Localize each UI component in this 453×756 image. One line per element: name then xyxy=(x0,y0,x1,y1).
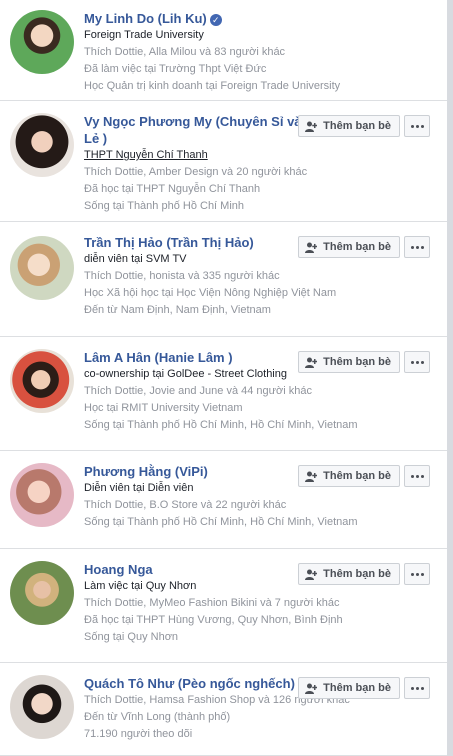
person-name-link[interactable]: Vy Ngọc Phương My (Chuyên Sỉ và Lẻ ) xyxy=(84,113,302,147)
person-result: Hoang Nga Làm việc tại Quy Nhơn Thích Do… xyxy=(0,549,447,663)
person-add-icon xyxy=(305,121,318,132)
person-add-icon xyxy=(305,471,318,482)
add-friend-button[interactable]: Thêm bạn bè xyxy=(298,236,400,258)
person-subtitle-link[interactable]: THPT Nguyễn Chí Thanh xyxy=(84,147,437,164)
avatar[interactable] xyxy=(10,349,74,413)
more-options-button[interactable] xyxy=(404,563,430,585)
person-detail: Học Quản trị kinh doanh tại Foreign Trad… xyxy=(84,80,341,92)
person-detail: Thích Dottie, Amber Design và 20 người k… xyxy=(84,166,308,178)
person-detail: Học tại RMIT University Vietnam xyxy=(84,402,243,414)
person-name-link[interactable]: My Linh Do (Lih Ku) ✓ xyxy=(84,10,437,27)
person-detail: Học Xã hội học tại Học Viện Nông Nghiệp … xyxy=(84,287,337,299)
more-horizontal-icon xyxy=(410,572,424,576)
more-options-button[interactable] xyxy=(404,236,430,258)
person-detail: Sống tại Thành phố Hồ Chí Minh xyxy=(84,200,245,212)
search-results-people-list: My Linh Do (Lih Ku) ✓ Foreign Trade Unive… xyxy=(0,0,447,756)
person-subtitle: Foreign Trade University xyxy=(84,29,204,41)
add-friend-button[interactable]: Thêm bạn bè xyxy=(298,677,400,699)
person-result: Quách Tô Như (Pèo ngốc nghếch) Thích Dot… xyxy=(0,663,447,756)
avatar[interactable] xyxy=(10,113,74,177)
verified-badge-icon: ✓ xyxy=(209,13,222,26)
add-friend-button[interactable]: Thêm bạn bè xyxy=(298,465,400,487)
avatar[interactable] xyxy=(10,561,74,625)
person-detail: Đã học tại THPT Hùng Vương, Quy Nhơn, Bì… xyxy=(84,614,343,626)
person-add-icon xyxy=(305,357,318,368)
more-horizontal-icon xyxy=(410,474,424,478)
person-detail: Đến từ Nam Định, Nam Định, Vietnam xyxy=(84,304,271,316)
more-horizontal-icon xyxy=(410,360,424,364)
person-result: Lâm A Hân (Hanie Lâm ) co-ownership tại … xyxy=(0,337,447,451)
person-detail: Sống tại Thành phố Hồ Chí Minh, Hồ Chí M… xyxy=(84,419,358,431)
more-horizontal-icon xyxy=(410,686,424,690)
person-result: My Linh Do (Lih Ku) ✓ Foreign Trade Unive… xyxy=(0,0,447,101)
avatar[interactable] xyxy=(10,463,74,527)
person-detail: 71.190 người theo dõi xyxy=(84,728,193,740)
more-options-button[interactable] xyxy=(404,115,430,137)
add-friend-button[interactable]: Thêm bạn bè xyxy=(298,115,400,137)
avatar[interactable] xyxy=(10,10,74,74)
person-detail: Thích Dottie, Alla Milou và 83 người khá… xyxy=(84,46,286,58)
person-result: Phương Hằng (ViPi) Diễn viên tại Diễn vi… xyxy=(0,451,447,549)
person-result: Vy Ngọc Phương My (Chuyên Sỉ và Lẻ ) THP… xyxy=(0,101,447,222)
person-detail: Đến từ Vĩnh Long (thành phố) xyxy=(84,711,231,723)
person-detail: Thích Dottie, Jovie and June và 44 người… xyxy=(84,385,312,397)
person-detail: Sống tại Quy Nhơn xyxy=(84,631,179,643)
person-detail: Sống tại Thành phố Hồ Chí Minh, Hồ Chí M… xyxy=(84,516,358,528)
avatar[interactable] xyxy=(10,675,74,739)
person-add-icon xyxy=(305,683,318,694)
person-detail: Thích Dottie, B.O Store và 22 người khác xyxy=(84,499,287,511)
avatar[interactable] xyxy=(10,236,74,300)
person-detail: Đã học tại THPT Nguyễn Chí Thanh xyxy=(84,183,261,195)
more-options-button[interactable] xyxy=(404,465,430,487)
scrollbar-track[interactable] xyxy=(447,0,453,756)
person-add-icon xyxy=(305,569,318,580)
add-friend-button[interactable]: Thêm bạn bè xyxy=(298,563,400,585)
more-horizontal-icon xyxy=(410,245,424,249)
more-options-button[interactable] xyxy=(404,677,430,699)
person-result: Trần Thị Hảo (Trần Thị Hảo) diễn viên tạ… xyxy=(0,222,447,337)
person-add-icon xyxy=(305,242,318,253)
person-detail: Thích Dottie, MyMeo Fashion Bikini và 7 … xyxy=(84,597,340,609)
person-detail: Đã làm việc tại Trường Thpt Việt Đức xyxy=(84,63,267,75)
person-detail: Thích Dottie, honista và 335 người khác xyxy=(84,270,280,282)
more-horizontal-icon xyxy=(410,124,424,128)
more-options-button[interactable] xyxy=(404,351,430,373)
add-friend-button[interactable]: Thêm bạn bè xyxy=(298,351,400,373)
